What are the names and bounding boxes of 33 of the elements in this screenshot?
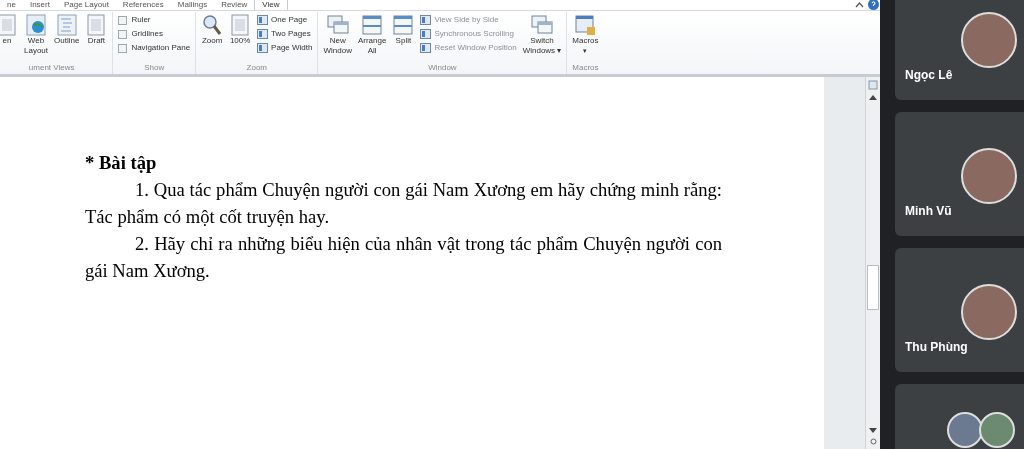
ribbon-button[interactable]: Arrange All (354, 12, 390, 56)
ribbon-button[interactable]: Draft (82, 12, 111, 46)
checkbox[interactable]: Navigation Pane (118, 41, 191, 55)
group-label: ument Views (27, 63, 76, 74)
checkbox[interactable]: Ruler (118, 13, 191, 27)
ribbon-small-button[interactable]: Two Pages (257, 27, 313, 41)
document-paragraph: 2. Hãy chỉ ra những biểu hiện của nhân vật trong tác phẩm Chuyện người con gái Nam Xương. (85, 232, 722, 283)
ribbon-button[interactable]: Web Layout (21, 12, 52, 56)
ribbon-tab[interactable]: ne (0, 0, 23, 10)
document-heading: * Bài tập (85, 151, 158, 175)
document-paragraph: 1. Qua tác phẩm Chuyện người con gái Nam Xương em hãy chứng minh rằng: Tác phẩm có một cốt truyện hay. (85, 178, 722, 229)
ribbon-tab[interactable]: Insert (22, 0, 57, 10)
ribbon-button[interactable]: Outline (51, 12, 83, 46)
ribbon-tab[interactable]: Review (214, 0, 255, 10)
group-label: Window (427, 63, 458, 74)
ribbon-small-button[interactable]: Page Width (257, 41, 313, 55)
participant-name: Minh Vũ (905, 203, 952, 220)
ribbon-tab[interactable]: References (115, 0, 171, 10)
participant-name: Thu Phùng (905, 339, 968, 356)
ribbon-button[interactable]: 100% (226, 12, 255, 46)
ribbon-button[interactable]: Split (389, 12, 418, 46)
ribbon-tab[interactable]: Page Layout (56, 0, 116, 10)
group-label: Zoom (245, 63, 268, 74)
ribbon-tab[interactable]: Mailings (170, 0, 215, 10)
ribbon-button[interactable]: en (0, 12, 21, 46)
ribbon-button[interactable]: Switch Windows ▾ (519, 12, 565, 56)
ribbon-button[interactable]: New Window (320, 12, 355, 56)
participant-name: Ngọc Lê (905, 67, 953, 84)
ribbon-button[interactable]: Zoom (198, 12, 227, 46)
ribbon-small-button[interactable]: One Page (257, 13, 313, 27)
checkbox[interactable]: Gridlines (118, 27, 191, 41)
group-label: Show (143, 63, 166, 74)
group-label: Macros (571, 63, 600, 74)
